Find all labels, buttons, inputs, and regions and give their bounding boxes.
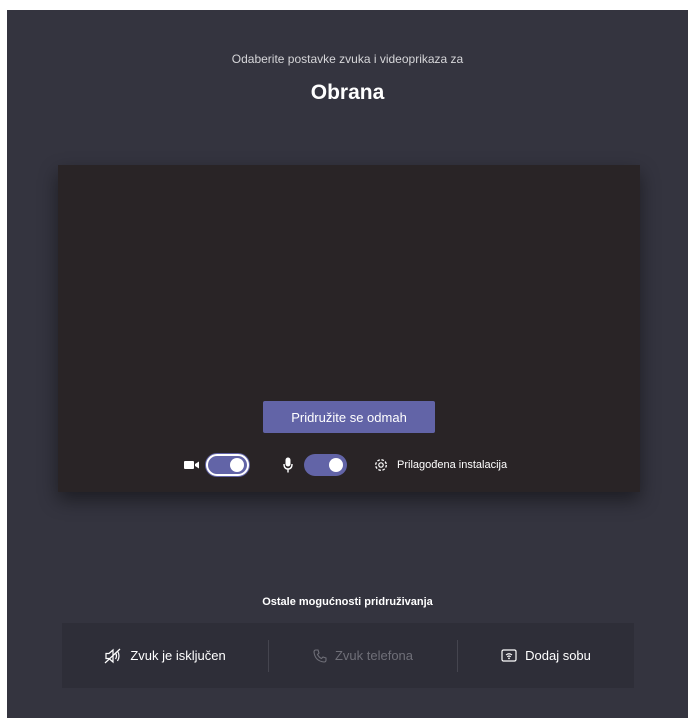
camera-toggle[interactable] xyxy=(206,454,249,476)
video-preview: Pridružite se odmah Prilagođena instalac… xyxy=(58,165,640,492)
audio-off-option[interactable]: Zvuk je isključen xyxy=(62,623,268,688)
microphone-toggle-knob xyxy=(329,458,343,472)
pre-join-subtitle: Odaberite postavke zvuka i videoprikaza … xyxy=(231,52,464,66)
add-room-label: Dodaj sobu xyxy=(525,648,591,663)
audio-off-label: Zvuk je isključen xyxy=(130,648,226,663)
room-display-icon xyxy=(501,648,517,663)
video-camera-icon xyxy=(184,452,200,478)
add-room-option[interactable]: Dodaj sobu xyxy=(458,623,634,688)
phone-icon xyxy=(313,648,327,663)
device-controls: Prilagođena instalacija xyxy=(58,452,640,478)
other-join-options: Zvuk je isključen Zvuk telefona Dodaj so… xyxy=(62,623,634,688)
microphone-toggle[interactable] xyxy=(304,454,347,476)
meeting-title: Obrana xyxy=(310,81,385,104)
custom-setup-label: Prilagođena instalacija xyxy=(397,459,508,471)
join-now-button[interactable]: Pridružite se odmah xyxy=(263,401,435,433)
pre-join-screen: Odaberite postavke zvuka i videoprikaza … xyxy=(7,10,688,718)
camera-toggle-knob xyxy=(230,458,244,472)
other-join-options-heading: Ostale mogućnosti pridruživanja xyxy=(262,596,433,608)
microphone-icon xyxy=(283,452,293,478)
custom-setup-button[interactable]: Prilagođena instalacija xyxy=(373,452,507,478)
speaker-off-icon xyxy=(104,648,122,664)
phone-audio-option[interactable]: Zvuk telefona xyxy=(269,623,457,688)
gear-icon xyxy=(373,457,389,473)
phone-audio-label: Zvuk telefona xyxy=(334,648,414,663)
